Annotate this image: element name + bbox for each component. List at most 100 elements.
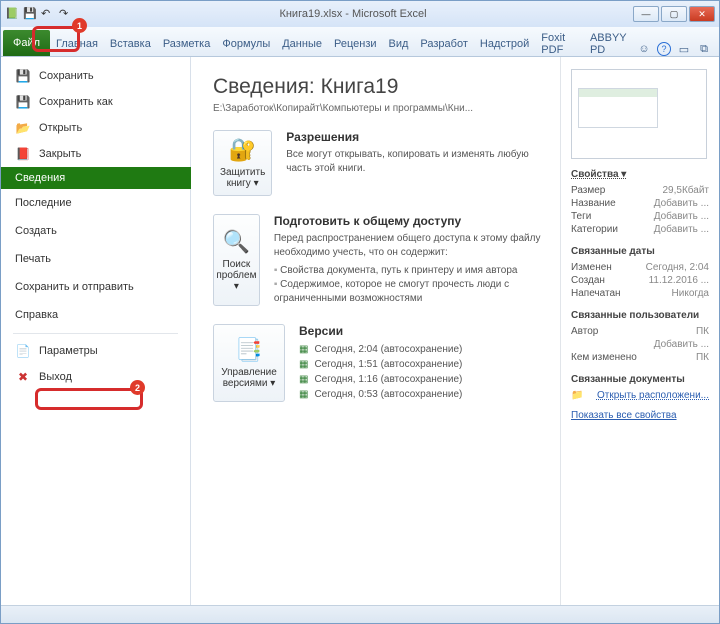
show-all-props-link[interactable]: Показать все свойства — [571, 410, 709, 421]
minimize-button[interactable]: — — [633, 6, 659, 22]
lock-icon: 🔐 — [229, 137, 256, 163]
sidebar-close[interactable]: 📕Закрыть — [1, 141, 190, 167]
button-label: Поиск проблем ▾ — [216, 259, 257, 292]
tab-insert[interactable]: Вставка — [104, 32, 157, 56]
tab-foxit[interactable]: Foxit PDF — [535, 32, 584, 56]
maximize-button[interactable]: ▢ — [661, 6, 687, 22]
sidebar-saveas[interactable]: 💾Сохранить как — [1, 89, 190, 115]
prop-label: Кем изменено — [571, 352, 637, 363]
prop-value[interactable]: Добавить ... — [654, 224, 709, 235]
sidebar-new[interactable]: Создать — [1, 217, 190, 245]
open-icon: 📂 — [15, 120, 31, 136]
prop-value[interactable]: Добавить ... — [654, 198, 709, 209]
prop-label: Название — [571, 198, 616, 209]
add-author[interactable]: Добавить ... — [654, 339, 709, 350]
tab-abbyy[interactable]: ABBYY PD — [584, 32, 637, 56]
issue-item: Свойства документа, путь к принтеру и им… — [274, 264, 548, 278]
backstage-sidebar: 💾 Сохранить 💾Сохранить как 📂Открыть 📕Закр… — [1, 57, 191, 605]
prepare-section: 🔍 Поиск проблем ▾ Подготовить к общему д… — [213, 214, 548, 306]
prop-value: ПК — [696, 352, 709, 363]
file-tab[interactable]: Файл — [3, 30, 50, 56]
prepare-text: Перед распространением общего доступа к … — [274, 232, 548, 260]
tab-developer[interactable]: Разработ — [414, 32, 473, 56]
window-title: Книга19.xlsx - Microsoft Excel — [73, 8, 633, 20]
sidebar-print[interactable]: Печать — [1, 245, 190, 273]
prop-value: 11.12.2016 ... — [649, 275, 709, 286]
sidebar-label: Сохранить — [39, 70, 94, 82]
permissions-title: Разрешения — [286, 130, 548, 144]
sidebar-help[interactable]: Справка — [1, 301, 190, 329]
smiley-icon[interactable]: ☺ — [637, 42, 651, 56]
inspect-icon: 🔍 — [223, 229, 250, 255]
callout-badge-2: 2 — [130, 380, 145, 395]
app-window: 📗 💾 ↶ ↷ Книга19.xlsx - Microsoft Excel —… — [0, 0, 720, 624]
file-path: E:\Заработок\Копирайт\Компьютеры и прогр… — [213, 103, 548, 114]
prop-value: Сегодня, 2:04 — [646, 262, 709, 273]
callout-badge-1: 1 — [72, 18, 87, 33]
properties-heading[interactable]: Свойства ▾ — [571, 169, 709, 180]
undo-icon[interactable]: ↶ — [41, 7, 55, 21]
folder-icon: 📁 — [571, 390, 583, 401]
prepare-title: Подготовить к общему доступу — [274, 214, 548, 228]
version-row[interactable]: ▦Сегодня, 0:53 (автосохранение) — [299, 387, 462, 402]
sidebar-info[interactable]: Сведения — [1, 167, 191, 189]
sidebar-options[interactable]: 📄Параметры — [1, 338, 190, 364]
button-label: Управление версиями ▾ — [216, 367, 282, 389]
help-icon[interactable]: ? — [657, 42, 671, 56]
ribbon-restore-icon[interactable]: ⧉ — [697, 42, 711, 56]
prop-label: Напечатан — [571, 288, 621, 299]
versions-section: 📑 Управление версиями ▾ Версии ▦Сегодня,… — [213, 324, 548, 402]
properties-pane: Свойства ▾ Размер 29,5Кбайт Название Добав… — [561, 57, 719, 605]
sidebar-label: Выход — [39, 371, 72, 383]
dates-heading: Связанные даты — [571, 246, 709, 257]
button-label: Защитить книгу ▾ — [216, 167, 269, 189]
docs-heading: Связанные документы — [571, 374, 709, 385]
excel-file-icon: ▦ — [299, 389, 308, 400]
prop-label: Категории — [571, 224, 618, 235]
version-row[interactable]: ▦Сегодня, 2:04 (автосохранение) — [299, 342, 462, 357]
excel-file-icon: ▦ — [299, 344, 308, 355]
saveas-icon: 💾 — [15, 94, 31, 110]
redo-icon[interactable]: ↷ — [59, 7, 73, 21]
excel-file-icon: ▦ — [299, 359, 308, 370]
sidebar-save[interactable]: 💾 Сохранить — [1, 63, 190, 89]
document-thumbnail[interactable] — [571, 69, 707, 159]
prop-value: 29,5Кбайт — [662, 185, 709, 196]
prop-value[interactable]: Добавить ... — [654, 211, 709, 222]
save-icon[interactable]: 💾 — [23, 7, 37, 21]
sidebar-share[interactable]: Сохранить и отправить — [1, 273, 190, 301]
version-row[interactable]: ▦Сегодня, 1:51 (автосохранение) — [299, 357, 462, 372]
manage-versions-button[interactable]: 📑 Управление версиями ▾ — [213, 324, 285, 402]
prop-label: Размер — [571, 185, 605, 196]
titlebar: 📗 💾 ↶ ↷ Книга19.xlsx - Microsoft Excel —… — [1, 1, 719, 27]
tab-home[interactable]: Главная — [50, 32, 104, 56]
sidebar-exit[interactable]: ✖Выход — [1, 364, 190, 390]
version-row[interactable]: ▦Сегодня, 1:16 (автосохранение) — [299, 372, 462, 387]
tab-view[interactable]: Вид — [383, 32, 415, 56]
open-location-link[interactable]: Открыть расположени... — [597, 390, 709, 401]
check-issues-button[interactable]: 🔍 Поиск проблем ▾ — [213, 214, 260, 306]
backstage-main: Сведения: Книга19 E:\Заработок\Копирайт\… — [191, 57, 719, 605]
prop-value: ПК — [696, 326, 709, 337]
permissions-text: Все могут открывать, копировать и изменя… — [286, 148, 548, 176]
sidebar-open[interactable]: 📂Открыть — [1, 115, 190, 141]
quick-access-toolbar: 📗 💾 ↶ ↷ — [5, 7, 73, 21]
window-controls: — ▢ ✕ — [633, 6, 715, 22]
tab-addins[interactable]: Надстрой — [474, 32, 535, 56]
tab-layout[interactable]: Разметка — [157, 32, 217, 56]
tab-data[interactable]: Данные — [276, 32, 328, 56]
backstage-body: 💾 Сохранить 💾Сохранить как 📂Открыть 📕Закр… — [1, 57, 719, 605]
sidebar-recent[interactable]: Последние — [1, 189, 190, 217]
issue-item: Содержимое, которое не смогут прочесть л… — [274, 278, 548, 306]
protect-workbook-button[interactable]: 🔐 Защитить книгу ▾ — [213, 130, 272, 196]
sidebar-label: Сведения — [15, 172, 65, 184]
close-button[interactable]: ✕ — [689, 6, 715, 22]
prop-label: Изменен — [571, 262, 612, 273]
excel-icon: 📗 — [5, 7, 19, 21]
tab-formulas[interactable]: Формулы — [216, 32, 276, 56]
sidebar-label: Закрыть — [39, 148, 81, 160]
tab-review[interactable]: Рецензи — [328, 32, 383, 56]
prop-label: Автор — [571, 326, 598, 337]
ribbon-minimize-icon[interactable]: ▭ — [677, 42, 691, 56]
save-icon: 💾 — [15, 68, 31, 84]
